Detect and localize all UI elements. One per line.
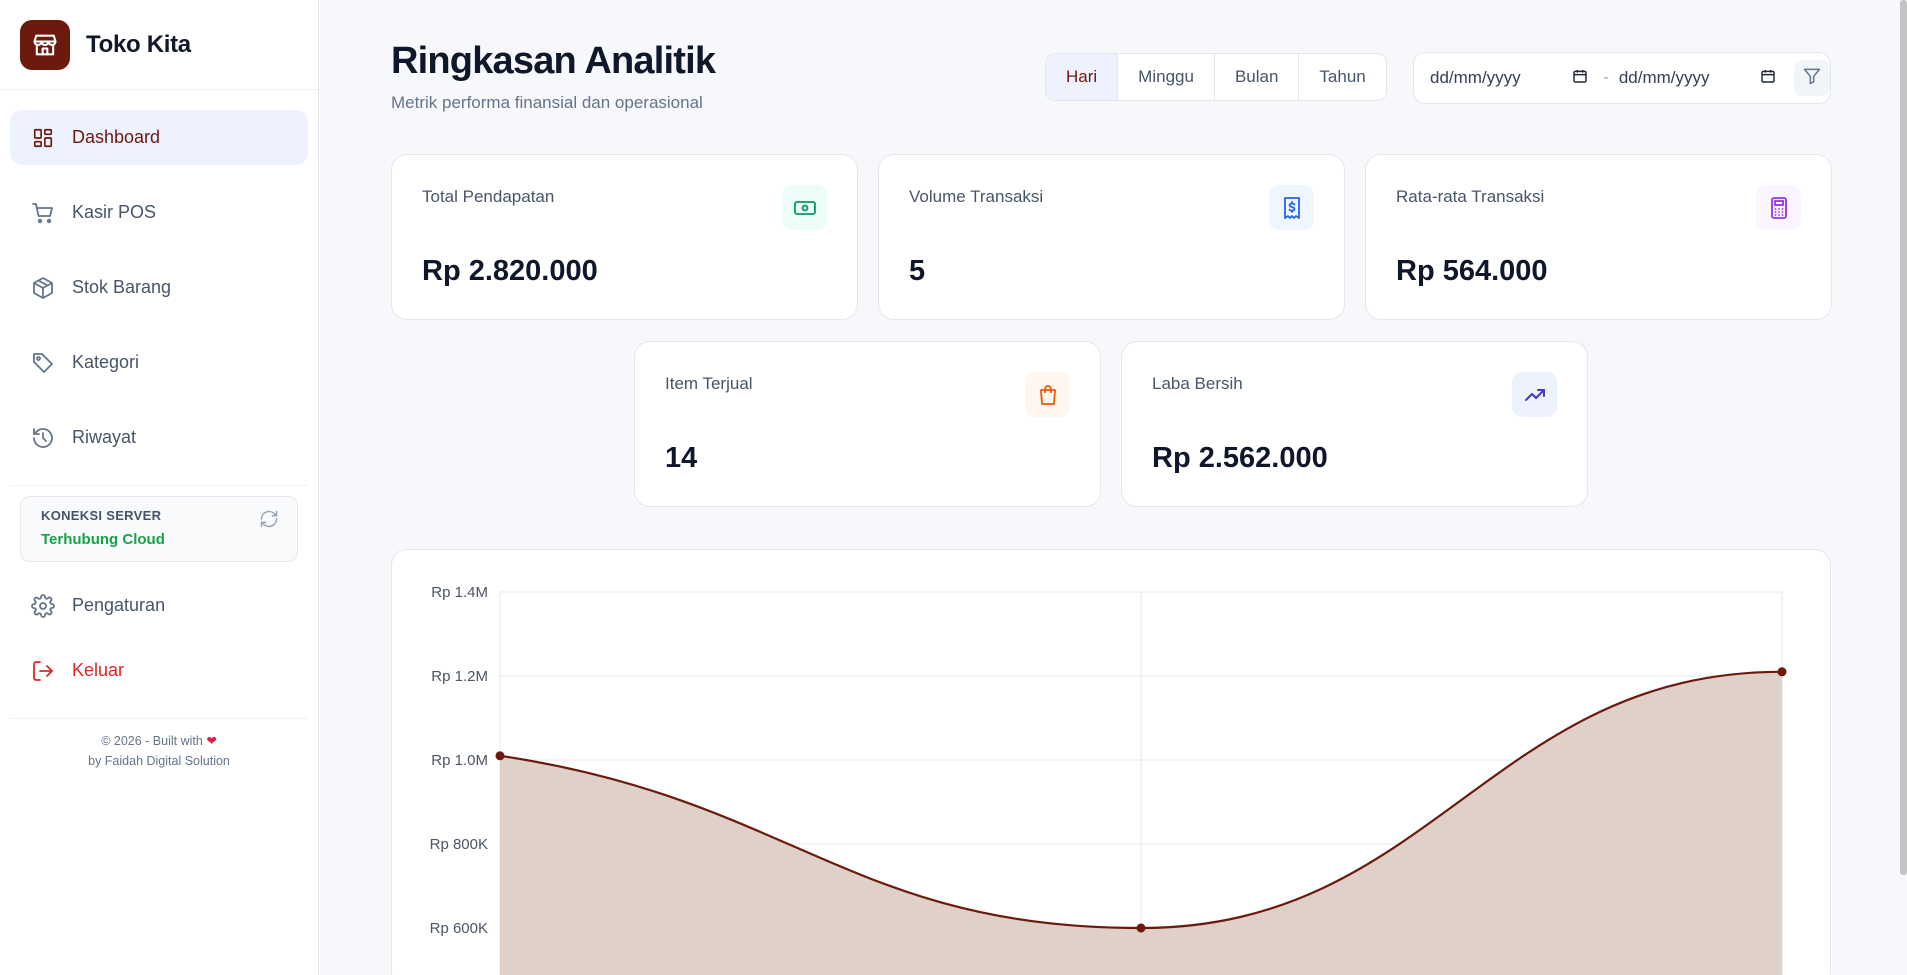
refresh-icon[interactable]	[259, 509, 279, 529]
divider	[10, 718, 308, 719]
footer-built-with: © 2026 - Built with	[101, 734, 203, 748]
sidebar-item-kategori[interactable]: Kategori	[10, 335, 308, 390]
date-separator: -	[1603, 69, 1609, 86]
brand: Toko Kita	[0, 0, 318, 90]
stat-card-value: 5	[909, 255, 926, 287]
filter-icon	[1802, 66, 1822, 91]
heart-icon: ❤	[206, 734, 217, 748]
sidebar-item-label: Stok Barang	[72, 277, 172, 297]
store-logo-icon	[20, 19, 70, 70]
sidebar-item-label: Kategori	[72, 352, 140, 372]
data-point	[495, 751, 505, 761]
data-point	[1777, 667, 1787, 677]
period-tahun-button[interactable]: Tahun	[1299, 54, 1385, 100]
sidebar-secondary-nav: Pengaturan Keluar	[0, 562, 318, 698]
stat-card-value: Rp 2.820.000	[422, 255, 598, 287]
sidebar-item-stok-barang[interactable]: Stok Barang	[10, 260, 308, 315]
footer-credit: by Faidah Digital Solution	[88, 754, 230, 768]
stat-card-value: Rp 2.562.000	[1152, 442, 1328, 474]
date-from-placeholder: dd/mm/yyyy	[1430, 68, 1521, 87]
money-icon	[782, 185, 827, 230]
date-range-filter: dd/mm/yyyy - dd/mm/yyyy	[1413, 52, 1831, 104]
period-minggu-button[interactable]: Minggu	[1118, 54, 1215, 100]
logout-label: Keluar	[72, 660, 125, 680]
sidebar: Toko Kita Dashboard Kasir POS Stok Baran…	[0, 0, 319, 975]
y-tick-label: Rp 1.0M	[431, 752, 488, 769]
sidebar-item-dashboard[interactable]: Dashboard	[10, 110, 308, 165]
tag-icon	[30, 350, 56, 376]
gear-icon	[30, 593, 56, 619]
stat-card-label: Laba Bersih	[1152, 374, 1243, 393]
cart-icon	[30, 200, 56, 226]
period-hari-button[interactable]: Hari	[1046, 54, 1119, 100]
logout-icon	[30, 658, 56, 684]
calculator-icon	[1756, 185, 1801, 230]
stat-card-label: Rata-rata Transaksi	[1396, 187, 1545, 206]
calendar-icon[interactable]	[1572, 68, 1588, 89]
data-point	[1136, 923, 1146, 933]
sidebar-item-kasir-pos[interactable]: Kasir POS	[10, 185, 308, 240]
sidebar-item-label: Kasir POS	[72, 202, 157, 222]
brand-name: Toko Kita	[86, 30, 191, 58]
shopping-bag-icon	[1025, 372, 1070, 417]
calendar-icon[interactable]	[1760, 68, 1776, 89]
history-icon	[30, 425, 56, 451]
logout-button[interactable]: Keluar	[10, 643, 308, 698]
filter-button[interactable]	[1794, 60, 1830, 96]
stat-card-item-terjual: Item Terjual 14	[634, 341, 1101, 507]
date-to-placeholder: dd/mm/yyyy	[1618, 68, 1710, 87]
scrollbar[interactable]	[1900, 0, 1907, 875]
stat-card-label: Volume Transaksi	[909, 187, 1044, 206]
sidebar-item-label: Pengaturan	[72, 595, 166, 615]
revenue-area-chart: Rp 600K Rp 800K Rp 1.0M Rp 1.2M Rp 1.4M	[430, 584, 1787, 975]
stat-card-laba-bersih: Laba Bersih Rp 2.562.000	[1121, 341, 1588, 507]
stat-card-label: Total Pendapatan	[422, 187, 555, 206]
page-subtitle: Metrik performa finansial dan operasiona…	[391, 93, 703, 112]
server-status-panel: KONEKSI SERVER Terhubung Cloud	[20, 496, 298, 562]
divider	[10, 485, 308, 486]
sidebar-item-label: Riwayat	[72, 427, 137, 447]
stat-card-value: 14	[665, 442, 698, 474]
page-title: Ringkasan Analitik	[391, 40, 716, 82]
dashboard-icon	[30, 125, 56, 151]
server-status-text: Terhubung Cloud	[41, 531, 165, 548]
sidebar-item-pengaturan[interactable]: Pengaturan	[10, 578, 308, 633]
main-content: Ringkasan Analitik Metrik performa finan…	[320, 0, 1900, 975]
trending-up-icon	[1512, 372, 1557, 417]
receipt-icon	[1269, 185, 1314, 230]
period-selector: Hari Minggu Bulan Tahun	[1045, 53, 1387, 101]
period-bulan-button[interactable]: Bulan	[1215, 54, 1300, 100]
stat-card-rata-rata-transaksi: Rata-rata Transaksi Rp 564.000	[1365, 154, 1832, 320]
stat-card-value: Rp 564.000	[1396, 255, 1548, 287]
stat-card-total-pendapatan: Total Pendapatan Rp 2.820.000	[391, 154, 858, 320]
revenue-chart-card: Rp 600K Rp 800K Rp 1.0M Rp 1.2M Rp 1.4M	[391, 549, 1831, 975]
date-to-input[interactable]: dd/mm/yyyy	[1619, 68, 1783, 89]
date-from-input[interactable]: dd/mm/yyyy	[1430, 68, 1594, 89]
stat-card-label: Item Terjual	[665, 374, 753, 393]
sidebar-item-riwayat[interactable]: Riwayat	[10, 410, 308, 465]
y-tick-label: Rp 600K	[430, 920, 488, 937]
sidebar-item-label: Dashboard	[72, 127, 161, 147]
footer: © 2026 - Built with ❤ by Faidah Digital …	[0, 731, 318, 771]
y-tick-label: Rp 1.2M	[431, 668, 488, 685]
sidebar-nav: Dashboard Kasir POS Stok Barang Kategori…	[0, 90, 318, 465]
y-tick-label: Rp 1.4M	[431, 584, 488, 601]
stat-card-volume-transaksi: Volume Transaksi 5	[878, 154, 1345, 320]
y-tick-label: Rp 800K	[430, 836, 488, 853]
box-icon	[30, 275, 56, 301]
server-status-title: KONEKSI SERVER	[41, 508, 162, 523]
